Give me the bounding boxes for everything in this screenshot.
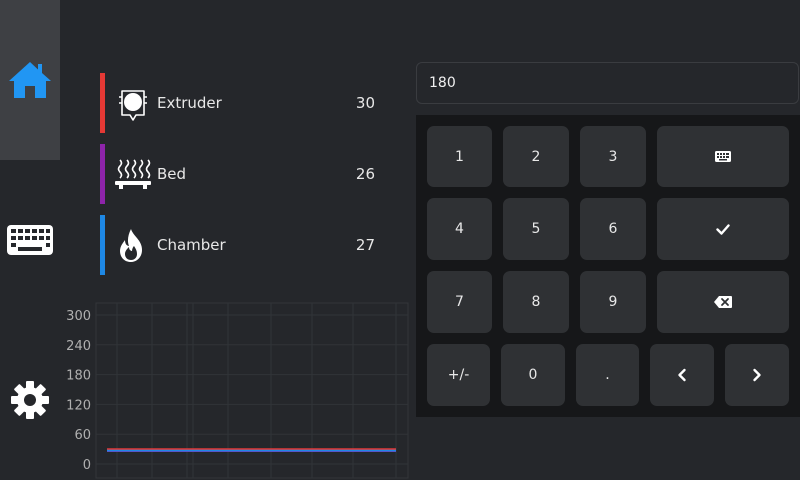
flame-icon (120, 229, 142, 262)
key-6[interactable]: 6 (580, 198, 646, 260)
backspace-icon (714, 296, 732, 308)
key-2[interactable]: 2 (503, 126, 569, 187)
gear-icon (11, 381, 49, 419)
key-7[interactable]: 7 (427, 271, 492, 333)
sidebar (0, 0, 60, 480)
heater-color-bar (100, 73, 105, 133)
key-sign[interactable]: +/- (427, 344, 490, 406)
cursor-left-button[interactable] (650, 344, 714, 406)
sidebar-item-settings[interactable] (0, 370, 60, 430)
keyboard-icon (7, 225, 53, 255)
key-5[interactable]: 5 (503, 198, 569, 260)
confirm-button[interactable] (657, 198, 789, 260)
key-0[interactable]: 0 (501, 344, 565, 406)
chart-y-tick-label: 240 (66, 339, 91, 354)
key-8[interactable]: 8 (503, 271, 569, 333)
heater-name: Bed (157, 165, 187, 183)
extruder-icon (119, 90, 147, 121)
heater-bed[interactable]: Bed 26 (100, 144, 390, 204)
chevron-right-icon (753, 368, 761, 382)
key-9[interactable]: 9 (580, 271, 646, 333)
keyboard-toggle-button[interactable] (657, 126, 789, 187)
chart-y-tick-label: 180 (66, 369, 91, 384)
key-3[interactable]: 3 (580, 126, 646, 187)
chart-y-tick-label: 300 (66, 309, 91, 324)
numeric-keypad: 1 2 3 4 5 6 7 8 9 +/- 0 . (416, 115, 800, 417)
temperature-chart: 300 240 180 120 60 0 (66, 302, 409, 479)
chevron-left-icon (678, 368, 686, 382)
keyboard-icon (715, 151, 731, 162)
heater-extruder[interactable]: Extruder 30 (100, 73, 390, 133)
heater-temp: 26 (355, 165, 375, 183)
sidebar-item-home[interactable] (0, 0, 60, 160)
heater-name: Extruder (157, 94, 222, 112)
heater-color-bar (100, 144, 105, 204)
chart-y-tick-label: 120 (66, 398, 91, 413)
key-decimal[interactable]: . (576, 344, 639, 406)
chart-y-tick-label: 0 (83, 458, 91, 473)
home-icon (9, 62, 51, 98)
temperature-input-value: 180 (429, 75, 456, 91)
heater-name: Chamber (157, 236, 226, 254)
check-icon (716, 223, 730, 235)
heater-color-bar (100, 215, 105, 275)
key-1[interactable]: 1 (427, 126, 492, 187)
chart-y-tick-label: 60 (74, 428, 91, 443)
heater-temp: 30 (355, 94, 375, 112)
cursor-right-button[interactable] (725, 344, 789, 406)
heater-chamber[interactable]: Chamber 27 (100, 215, 390, 275)
sidebar-item-keyboard[interactable] (0, 210, 60, 270)
bed-icon (115, 159, 151, 189)
key-4[interactable]: 4 (427, 198, 492, 260)
temperature-input[interactable]: 180 (416, 62, 799, 104)
heater-temp: 27 (355, 236, 375, 254)
backspace-button[interactable] (657, 271, 789, 333)
